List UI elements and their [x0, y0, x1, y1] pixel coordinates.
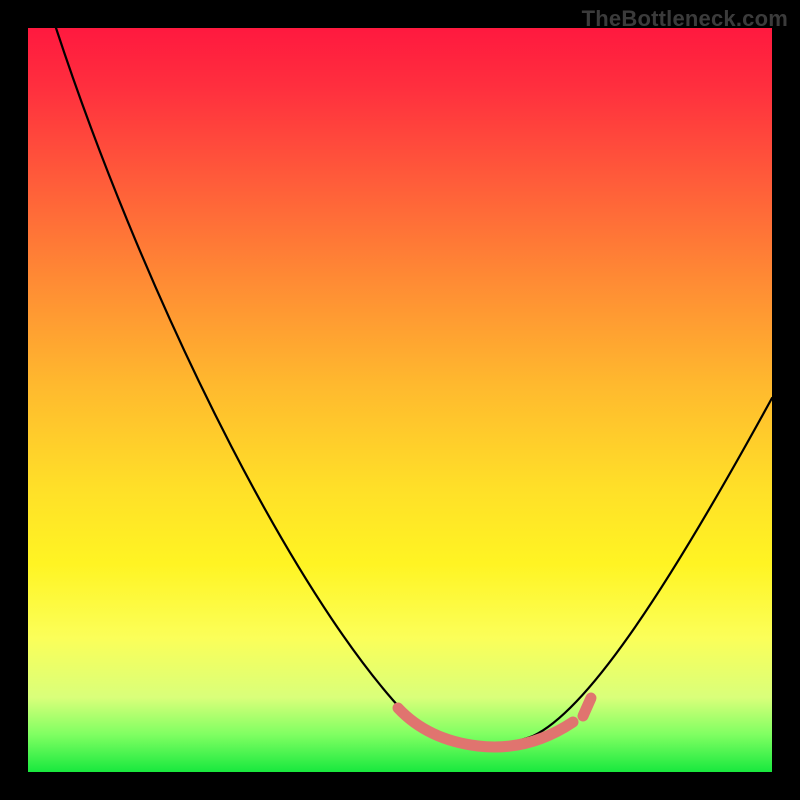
optimal-band-tick: [583, 698, 591, 716]
plot-area: [28, 28, 772, 772]
curve-right: [533, 398, 772, 736]
bottleneck-curve: [28, 28, 772, 772]
watermark-text: TheBottleneck.com: [582, 6, 788, 32]
curve-left: [56, 28, 533, 747]
chart-frame: TheBottleneck.com: [0, 0, 800, 800]
